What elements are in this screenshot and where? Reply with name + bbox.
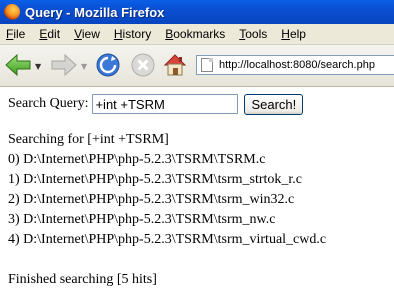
menu-help[interactable]: Help xyxy=(281,27,306,41)
navigation-toolbar: ▼ ▼ http://localhost:8080/search.php xyxy=(0,45,394,87)
menu-history[interactable]: History xyxy=(114,27,151,41)
menu-file[interactable]: File xyxy=(6,27,25,41)
results-footer: Finished searching [5 hits] xyxy=(8,272,157,287)
page-content: Search Query: Search! Searching for [+in… xyxy=(0,88,394,297)
result-item: 3) D:\Internet\PHP\php-5.2.3\TSRM\tsrm_n… xyxy=(8,212,276,227)
window-title: Query - Mozilla Firefox xyxy=(25,4,165,20)
result-item: 2) D:\Internet\PHP\php-5.2.3\TSRM\tsrm_w… xyxy=(8,192,295,207)
back-history-dropdown-icon[interactable]: ▼ xyxy=(35,62,41,71)
search-input[interactable] xyxy=(92,94,239,114)
home-icon[interactable] xyxy=(162,52,188,78)
back-arrow-icon[interactable] xyxy=(4,52,32,78)
menu-tools[interactable]: Tools xyxy=(239,27,267,41)
address-bar[interactable]: http://localhost:8080/search.php xyxy=(196,55,394,75)
search-button[interactable]: Search! xyxy=(244,93,304,115)
results-header: Searching for [+int +TSRM] xyxy=(8,132,169,147)
result-item: 1) D:\Internet\PHP\php-5.2.3\TSRM\tsrm_s… xyxy=(8,172,302,187)
title-bar: Query - Mozilla Firefox xyxy=(0,0,394,24)
results-list: Searching for [+int +TSRM] 0) D:\Interne… xyxy=(8,130,326,250)
result-item: 4) D:\Internet\PHP\php-5.2.3\TSRM\tsrm_v… xyxy=(8,232,327,247)
firefox-logo-icon xyxy=(4,4,20,20)
address-url: http://localhost:8080/search.php xyxy=(219,59,375,71)
forward-arrow-icon[interactable] xyxy=(50,52,78,78)
search-form: Search Query: Search! xyxy=(8,93,304,115)
menu-bookmarks[interactable]: Bookmarks xyxy=(165,27,225,41)
search-label: Search Query: xyxy=(8,96,89,111)
result-item: 0) D:\Internet\PHP\php-5.2.3\TSRM\TSRM.c xyxy=(8,152,266,167)
menu-view[interactable]: View xyxy=(74,27,100,41)
menu-bar: File Edit View History Bookmarks Tools H… xyxy=(0,24,394,45)
menu-edit[interactable]: Edit xyxy=(39,27,60,41)
forward-history-dropdown-icon[interactable]: ▼ xyxy=(81,62,87,71)
stop-icon[interactable] xyxy=(131,53,155,77)
page-icon xyxy=(201,58,213,72)
reload-icon[interactable] xyxy=(96,53,120,77)
